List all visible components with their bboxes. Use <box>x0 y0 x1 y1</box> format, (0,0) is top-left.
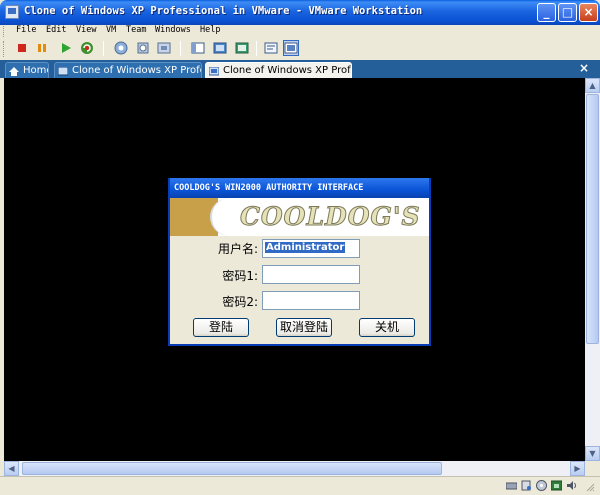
ethernet-icon[interactable] <box>550 480 563 491</box>
tab-vm-clone-1[interactable]: Clone of Windows XP Profess... <box>54 62 202 78</box>
snapshot-icon[interactable] <box>113 40 129 56</box>
reset-icon[interactable] <box>79 40 95 56</box>
full-screen-icon[interactable] <box>212 40 228 56</box>
quick-switch-icon[interactable] <box>234 40 250 56</box>
menu-file[interactable]: File <box>16 25 36 35</box>
menu-team[interactable]: Team <box>126 25 146 35</box>
toolbar-separator <box>180 41 181 56</box>
username-value: Administrator <box>265 242 346 253</box>
horizontal-scrollbar[interactable]: ◀ ▶ <box>4 461 585 476</box>
scroll-down-icon[interactable]: ▼ <box>585 446 600 461</box>
horizontal-scroll-thumb[interactable] <box>22 462 442 475</box>
login-dialog: COOLDOG'S WIN2000 AUTHORITY INTERFACE CO… <box>168 178 431 346</box>
username-label: 用户名: <box>217 242 258 256</box>
resize-grip-icon[interactable] <box>585 482 595 492</box>
menu-bar: File Edit View VM Team Windows Help <box>0 25 600 38</box>
window-title: Clone of Windows XP Professional in VMwa… <box>24 5 423 17</box>
toolbar <box>0 38 600 60</box>
menu-grip[interactable] <box>3 26 6 37</box>
tab-strip: Home Clone of Windows XP Profess... Clon… <box>0 60 600 78</box>
summary-view-icon[interactable] <box>263 40 279 56</box>
tab-vm-clone-2[interactable]: Clone of Windows XP Prof... <box>205 62 352 78</box>
sound-icon[interactable] <box>566 480 577 491</box>
revert-snapshot-icon[interactable] <box>135 40 151 56</box>
scroll-up-icon[interactable]: ▲ <box>585 78 600 93</box>
password1-field[interactable] <box>262 265 360 284</box>
toolbar-grip[interactable] <box>3 41 6 57</box>
vm-icon <box>57 66 69 76</box>
stop-icon[interactable] <box>14 40 30 56</box>
vmware-app-icon[interactable] <box>5 5 19 19</box>
vm-icon <box>208 66 220 76</box>
shutdown-button[interactable]: 关机 <box>359 318 415 337</box>
console-view-icon[interactable] <box>190 40 206 56</box>
menu-view[interactable]: View <box>76 25 96 35</box>
play-icon[interactable] <box>58 40 74 56</box>
password1-label: 密码1: <box>222 269 258 283</box>
vertical-scrollbar[interactable]: ▲ ▼ <box>585 78 600 461</box>
close-button[interactable]: × <box>579 3 598 22</box>
cd-rom-icon[interactable] <box>536 480 547 491</box>
dialog-title: COOLDOG'S WIN2000 AUTHORITY INTERFACE <box>174 183 364 193</box>
password2-label: 密码2: <box>222 295 258 309</box>
logo-banner: COOLDOG'S <box>170 198 429 236</box>
dialog-title-bar[interactable]: COOLDOG'S WIN2000 AUTHORITY INTERFACE <box>170 178 429 198</box>
hard-disk-icon[interactable] <box>521 480 532 491</box>
tab-home[interactable]: Home <box>5 62 49 78</box>
toolbar-separator <box>103 41 104 56</box>
password2-field[interactable] <box>262 291 360 310</box>
pause-icon[interactable] <box>34 40 50 56</box>
menu-windows[interactable]: Windows <box>155 25 191 35</box>
home-icon <box>9 66 19 76</box>
title-bar[interactable]: Clone of Windows XP Professional in VMwa… <box>0 0 600 25</box>
cancel-login-button[interactable]: 取消登陆 <box>276 318 332 337</box>
username-field[interactable]: Administrator <box>262 239 360 258</box>
network-device-icon[interactable] <box>505 480 518 491</box>
snapshot-manager-icon[interactable] <box>156 40 172 56</box>
menu-edit[interactable]: Edit <box>46 25 66 35</box>
maximize-button[interactable]: □ <box>558 3 577 22</box>
tab-label: Clone of Windows XP Profess... <box>72 65 201 76</box>
menu-vm[interactable]: VM <box>106 25 116 35</box>
close-tab-icon[interactable]: × <box>579 61 589 75</box>
status-bar <box>0 476 600 493</box>
vertical-scroll-thumb[interactable] <box>586 94 599 344</box>
tab-label: Home <box>23 65 48 76</box>
console-mode-icon[interactable] <box>283 40 299 56</box>
scroll-left-icon[interactable]: ◀ <box>4 461 19 476</box>
menu-help[interactable]: Help <box>200 25 220 35</box>
cooldogs-logo: COOLDOG'S <box>240 202 421 232</box>
minimize-button[interactable]: _ <box>537 3 556 22</box>
login-button[interactable]: 登陆 <box>193 318 249 337</box>
tab-label: Clone of Windows XP Prof... <box>223 65 352 76</box>
scroll-right-icon[interactable]: ▶ <box>570 461 585 476</box>
toolbar-separator <box>256 41 257 56</box>
